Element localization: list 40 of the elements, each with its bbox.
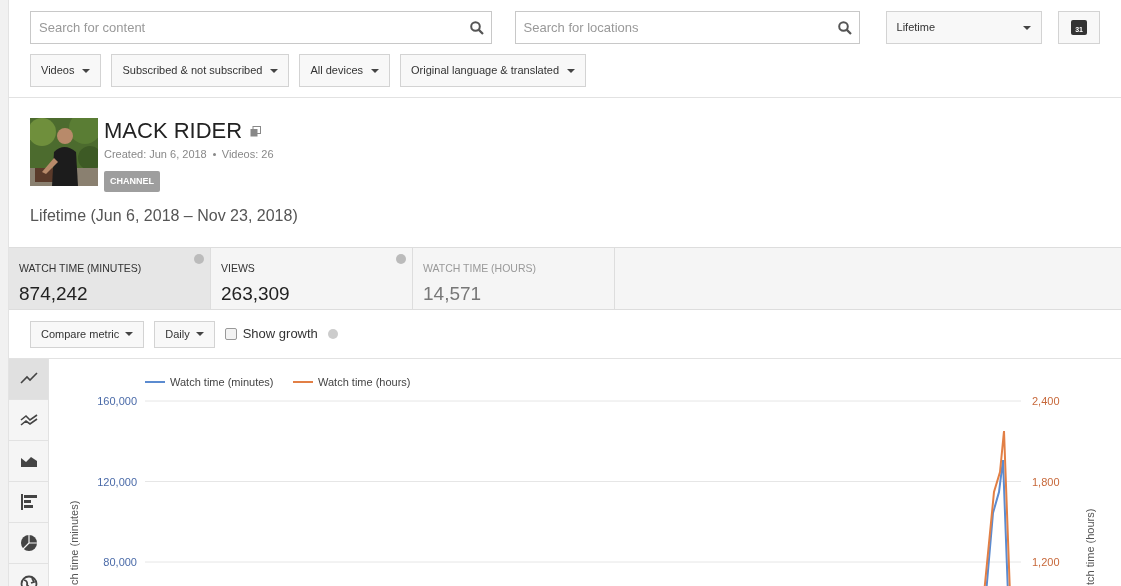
filter-dropdown[interactable]: Subscribed & not subscribed <box>111 54 290 87</box>
search-icon[interactable] <box>469 21 484 35</box>
channel-badge: CHANNEL <box>104 170 160 192</box>
filter-dropdown[interactable]: All devices <box>299 54 391 87</box>
axis-title: tch time (hours) <box>1084 508 1096 585</box>
axis-tick-label: 1,800 <box>1032 475 1060 488</box>
content-search-field[interactable]: Search for content <box>30 11 492 44</box>
date-range: Lifetime (Jun 6, 2018 – Nov 23, 2018) <box>30 206 299 226</box>
search-icon[interactable] <box>837 21 852 35</box>
axis-tick-label: 160,000 <box>97 395 137 407</box>
caret-icon <box>567 68 576 73</box>
caret-icon <box>82 68 91 73</box>
pie-chart-icon <box>19 534 38 552</box>
axis-tick-label: 2,400 <box>1032 395 1060 407</box>
axis-tick-label: 80,000 <box>103 556 137 568</box>
video-count: Videos: 26 <box>221 147 274 162</box>
caret-icon <box>125 332 134 336</box>
axis-tick-label: 120,000 <box>97 475 137 488</box>
interval-dropdown[interactable]: Daily <box>154 320 215 348</box>
channel-name: MACK RIDER <box>104 118 243 144</box>
show-growth-checkbox[interactable] <box>224 328 237 340</box>
legend-label: Watch time (minutes) <box>170 376 274 388</box>
axis-title: ch time (minutes) <box>68 500 80 585</box>
multi-line-chart-icon <box>19 411 38 429</box>
compare-metric-dropdown[interactable]: Compare metric <box>30 320 145 348</box>
filter-dropdown[interactable]: Videos <box>30 54 102 87</box>
caret-icon <box>1023 25 1032 30</box>
axis-tick-label: 1,200 <box>1032 556 1060 568</box>
legend-label: Watch time (hours) <box>318 376 411 388</box>
caret-icon <box>371 68 380 73</box>
metric-tab[interactable]: WATCH TIME (MINUTES) 874,242 <box>9 248 211 309</box>
caret-icon <box>270 68 279 73</box>
location-search-field[interactable]: Search for locations <box>514 11 860 44</box>
show-growth-label: Show growth <box>242 325 318 344</box>
caret-icon <box>195 332 204 336</box>
period-dropdown[interactable]: Lifetime <box>885 11 1043 44</box>
created-date: Created: Jun 6, 2018 <box>104 147 207 162</box>
external-link-icon[interactable] <box>250 125 262 137</box>
bar-chart-icon <box>19 493 38 511</box>
filter-dropdown[interactable]: Original language & translated <box>400 54 587 87</box>
